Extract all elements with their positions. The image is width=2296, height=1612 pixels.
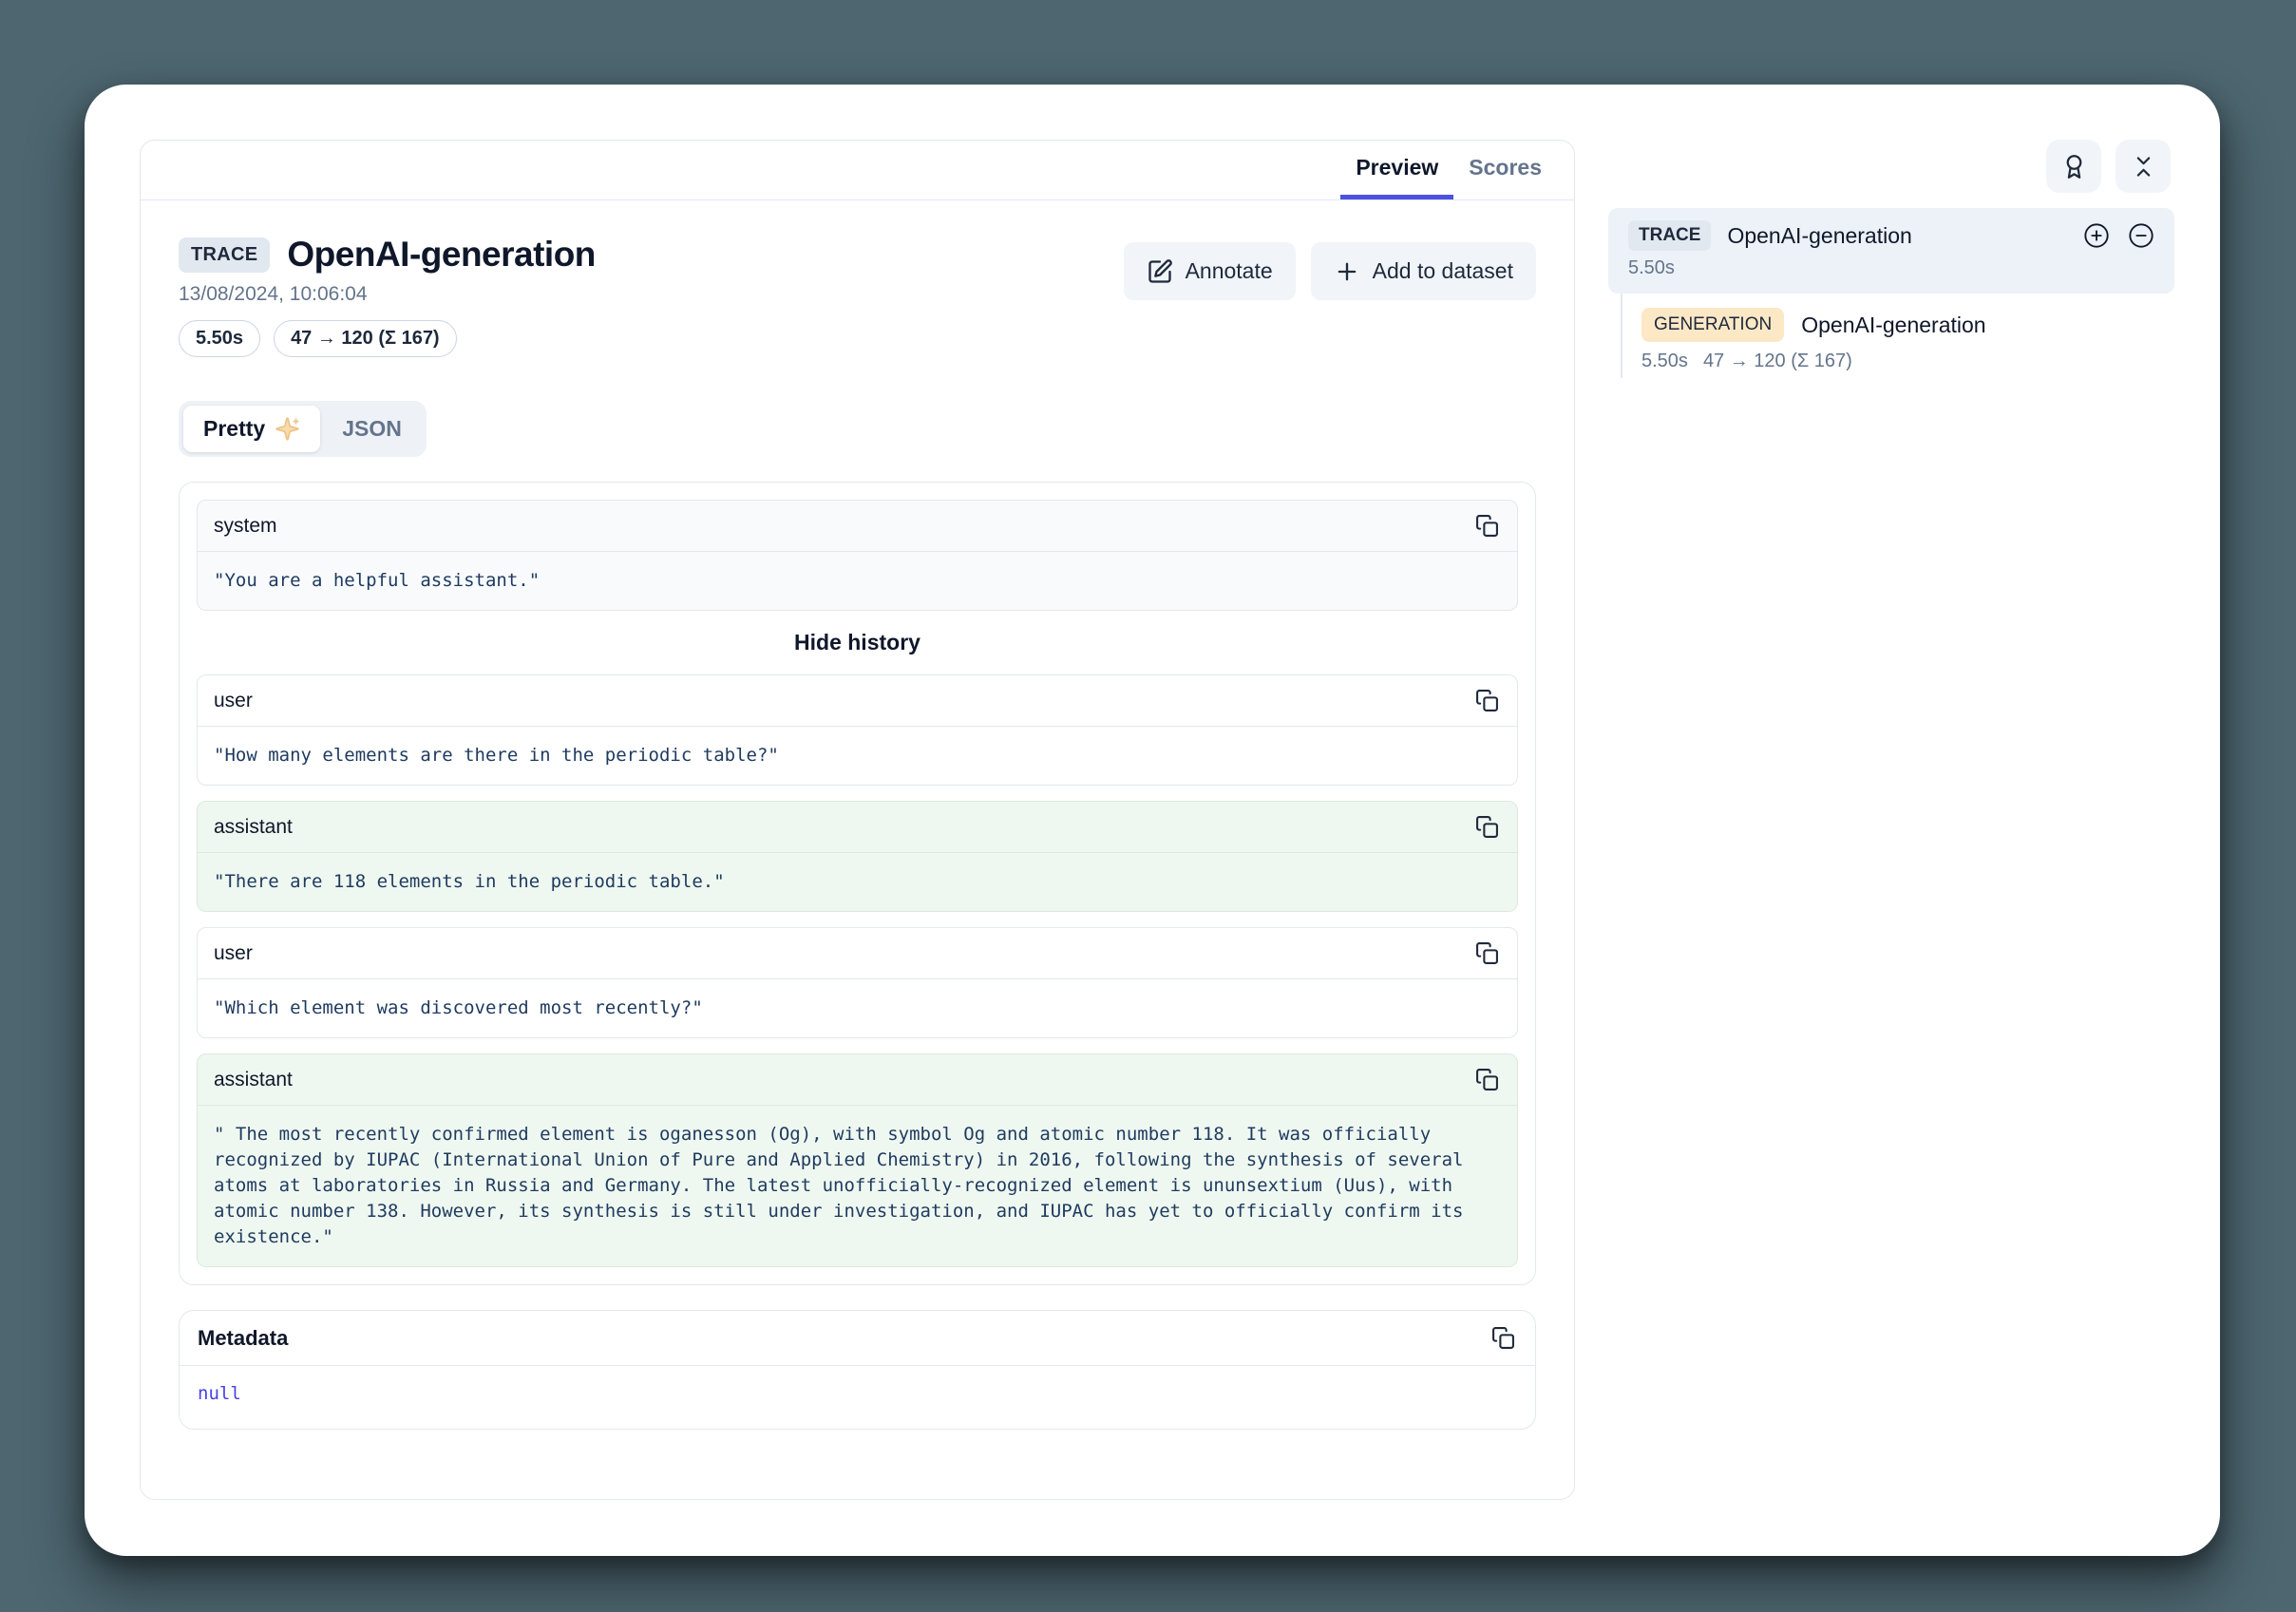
message-content: "You are a helpful assistant." [198,552,1517,610]
collapse-tree-button[interactable] [2116,140,2171,193]
copy-icon [1475,514,1499,538]
add-to-dataset-button[interactable]: Add to dataset [1311,242,1536,300]
json-label: JSON [342,416,402,442]
tab-preview[interactable]: Preview [1340,141,1453,199]
plus-icon [1334,258,1360,285]
copy-button[interactable] [1473,939,1501,967]
trace-node-latency: 5.50s [1628,257,1675,279]
message-system: system "You are a helpful assistant." [197,500,1518,611]
message-content: " The most recently confirmed element is… [198,1106,1517,1266]
message-role: user [214,690,253,712]
metadata-card: Metadata null [179,1310,1536,1430]
copy-button[interactable] [1473,813,1501,841]
pretty-label: Pretty [203,416,265,442]
annotate-label: Annotate [1186,258,1273,284]
page-title: OpenAI-generation [287,235,596,275]
tree-node-generation[interactable]: GENERATION OpenAI-generation 5.50s 47 → … [1641,308,2174,372]
copy-icon [1475,941,1499,965]
panel-tab-bar: Preview Scores [141,141,1574,200]
message-role: assistant [214,1069,293,1091]
sidebar-toolbar [1608,140,2174,193]
app-window: Preview Scores TRACE OpenAI-generation 1… [85,85,2220,1556]
copy-icon [1475,1068,1499,1091]
copy-button[interactable] [1473,687,1501,714]
trace-node-badge: TRACE [1628,220,1711,251]
annotate-button[interactable]: Annotate [1124,242,1296,300]
scores-award-button[interactable] [2046,140,2101,193]
sparkles-icon [275,416,300,442]
format-toggle: Pretty JSON [179,401,427,457]
add-to-dataset-label: Add to dataset [1373,258,1513,284]
trace-header-left: TRACE OpenAI-generation 13/08/2024, 10:0… [179,235,1124,357]
metadata-value: null [180,1366,1535,1429]
trace-stats: 5.50s 47 → 120 (Σ 167) [179,320,1124,357]
message-content: "How many elements are there in the peri… [198,727,1517,785]
chevrons-down-up-icon [2131,154,2156,180]
metadata-title: Metadata [198,1326,288,1351]
trace-type-badge: TRACE [179,237,270,273]
generation-node-title: OpenAI-generation [1801,313,1985,338]
panel-body: TRACE OpenAI-generation 13/08/2024, 10:0… [141,200,1574,1430]
tree-node-trace[interactable]: TRACE OpenAI-generation 5.50s [1608,208,2174,294]
message-content: "There are 118 elements in the periodic … [198,853,1517,911]
square-pen-icon [1147,258,1173,285]
copy-icon [1475,815,1499,839]
generation-node-badge: GENERATION [1641,308,1784,342]
token-usage-badge: 47 → 120 (Σ 167) [274,320,457,357]
message-role: assistant [214,816,293,839]
latency-badge: 5.50s [179,320,260,357]
message-role: system [214,515,277,538]
message-content: "Which element was discovered most recen… [198,979,1517,1037]
tree-children: GENERATION OpenAI-generation 5.50s 47 → … [1621,294,2174,378]
message-assistant: assistant " The most recently confirmed … [197,1053,1518,1267]
message-user: user "How many elements are there in the… [197,674,1518,786]
copy-icon [1475,689,1499,712]
generation-node-tokens: 47 → 120 (Σ 167) [1703,351,1852,372]
trace-preview-panel: Preview Scores TRACE OpenAI-generation 1… [140,140,1575,1500]
format-toggle-json[interactable]: JSON [322,406,422,452]
message-role: user [214,942,253,965]
copy-button[interactable] [1473,1066,1501,1093]
messages-card: system "You are a helpful assistant." Hi… [179,482,1536,1285]
trace-tree-sidebar: TRACE OpenAI-generation 5.50s GENERATI [1608,140,2174,378]
hide-history-button[interactable]: Hide history [794,630,920,655]
copy-button[interactable] [1473,512,1501,540]
generation-node-latency: 5.50s [1641,351,1688,372]
message-user: user "Which element was discovered most … [197,927,1518,1038]
award-icon [2061,154,2087,180]
expand-all-icon[interactable] [2083,222,2110,249]
message-assistant: assistant "There are 118 elements in the… [197,801,1518,912]
copy-button[interactable] [1490,1324,1517,1352]
tab-scores[interactable]: Scores [1453,141,1557,199]
copy-icon [1491,1326,1515,1350]
format-toggle-pretty[interactable]: Pretty [183,406,320,452]
trace-actions: Annotate Add to dataset [1124,242,1536,300]
trace-header: TRACE OpenAI-generation 13/08/2024, 10:0… [179,235,1536,357]
collapse-all-icon[interactable] [2128,222,2154,249]
trace-timestamp: 13/08/2024, 10:06:04 [179,283,1124,306]
trace-node-title: OpenAI-generation [1727,223,1911,249]
